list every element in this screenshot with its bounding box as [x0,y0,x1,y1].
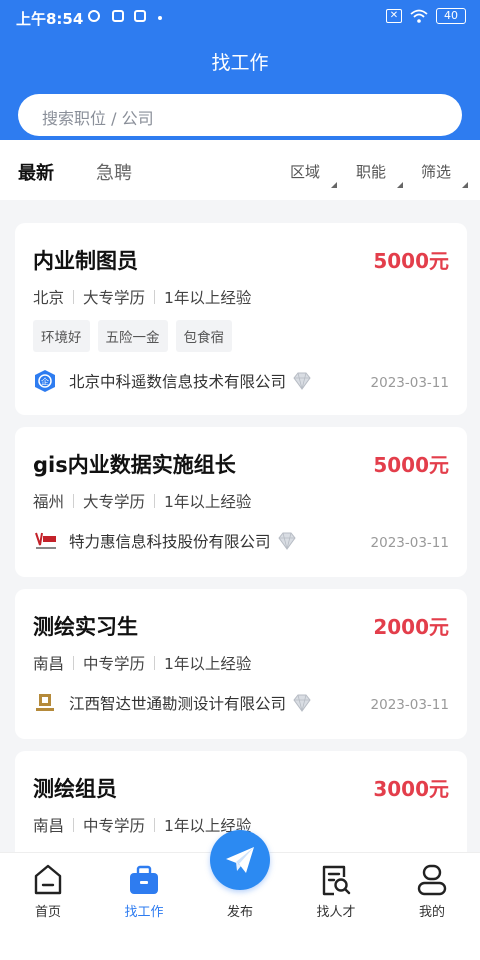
company-row: 企 北京中科遥数信息技术有限公司 [33,369,312,393]
company-logo-icon [36,694,54,711]
sim-off-icon: ✕ [386,9,402,23]
job-date: 2023-03-11 [370,375,449,391]
dropdown-triangle-icon [462,176,468,188]
job-education: 中专学历 [83,817,146,835]
publish-button[interactable] [210,830,270,890]
dropdown-triangle-icon [331,176,337,188]
company-name: 北京中科遥数信息技术有限公司 [69,373,287,391]
job-city: 福州 [33,493,65,511]
search-placeholder: 搜索职位 / 公司 [42,109,154,128]
job-card[interactable]: 测绘实习生 2000元 南昌 中专学历 1年以上经验 江西智达世通勘测设计有限公… [15,589,467,739]
job-title: gis内业数据实施组长 [33,453,236,477]
notification-icon [88,10,100,22]
notification-dot-icon [158,16,162,20]
briefcase-icon [130,865,158,894]
user-icon [417,864,447,896]
job-card[interactable]: gis内业数据实施组长 5000元 福州 大专学历 1年以上经验 特力惠信息科技… [15,427,467,577]
tab-urgent[interactable]: 急聘 [96,159,132,185]
job-city: 北京 [33,289,65,307]
job-title: 内业制图员 [33,249,138,273]
search-document-icon [322,865,351,896]
notification-icon [134,10,146,22]
job-experience: 1年以上经验 [164,493,252,511]
search-input[interactable]: 搜索职位 / 公司 [18,94,462,136]
filter-more[interactable]: 筛选 [421,161,451,182]
job-experience: 1年以上经验 [164,655,252,673]
job-tag: 环境好 [33,320,90,352]
app-header: 上午8:54 ✕ 40 找工作 搜索职位 / 公司 [0,0,480,140]
job-tag: 包食宿 [175,320,232,352]
diamond-icon [277,532,296,550]
job-date: 2023-03-11 [370,697,449,713]
company-name: 特力惠信息科技股份有限公司 [69,533,271,551]
job-meta: 北京 大专学历 1年以上经验 [33,286,251,308]
company-name: 江西智达世通勘测设计有限公司 [69,695,287,713]
job-salary: 5000元 [373,453,449,477]
wifi-icon [410,9,428,23]
job-city: 南昌 [33,817,65,835]
nav-label: 找人才 [316,905,356,920]
job-salary: 3000元 [373,777,449,801]
battery-icon: 40 [436,8,466,24]
paper-plane-icon [226,847,254,873]
enterprise-icon: 企 [35,370,55,392]
job-title: 测绘组员 [33,777,117,801]
job-meta: 南昌 中专学历 1年以上经验 [33,652,251,674]
nav-label: 找工作 [124,905,164,920]
svg-text:企: 企 [41,377,49,387]
dropdown-triangle-icon [397,176,403,188]
tab-latest[interactable]: 最新 [18,159,54,185]
job-education: 大专学历 [83,289,146,307]
job-title: 测绘实习生 [33,615,138,639]
job-date: 2023-03-11 [370,535,449,551]
nav-label: 我的 [418,905,445,920]
filter-region[interactable]: 区域 [290,161,320,182]
nav-label: 首页 [34,905,61,920]
diamond-icon [293,372,311,390]
company-row: 特力惠信息科技股份有限公司 [33,529,297,553]
home-icon [34,864,62,895]
job-education: 大专学历 [83,493,146,511]
job-salary: 2000元 [373,615,449,639]
job-tags: 环境好 五险一金 包食宿 [33,320,232,352]
filter-function[interactable]: 职能 [356,161,386,182]
page-title: 找工作 [211,52,269,74]
job-card[interactable]: 内业制图员 5000元 北京 大专学历 1年以上经验 环境好 五险一金 包食宿 … [15,223,467,415]
company-row: 江西智达世通勘测设计有限公司 [33,691,312,715]
job-city: 南昌 [33,655,65,673]
job-salary: 5000元 [373,249,449,273]
filter-bar: 最新 急聘 区域 职能 筛选 [0,140,480,200]
status-time: 上午8:54 [16,10,84,28]
notification-icon [112,10,124,22]
diamond-icon [293,694,311,712]
job-education: 中专学历 [83,655,146,673]
job-tag: 五险一金 [97,320,168,352]
company-logo-icon [35,532,56,549]
job-meta: 南昌 中专学历 1年以上经验 [33,814,251,836]
job-experience: 1年以上经验 [164,289,252,307]
status-bar: 上午8:54 ✕ 40 [0,0,480,34]
nav-label: 发布 [226,905,253,920]
job-meta: 福州 大专学历 1年以上经验 [33,490,251,512]
